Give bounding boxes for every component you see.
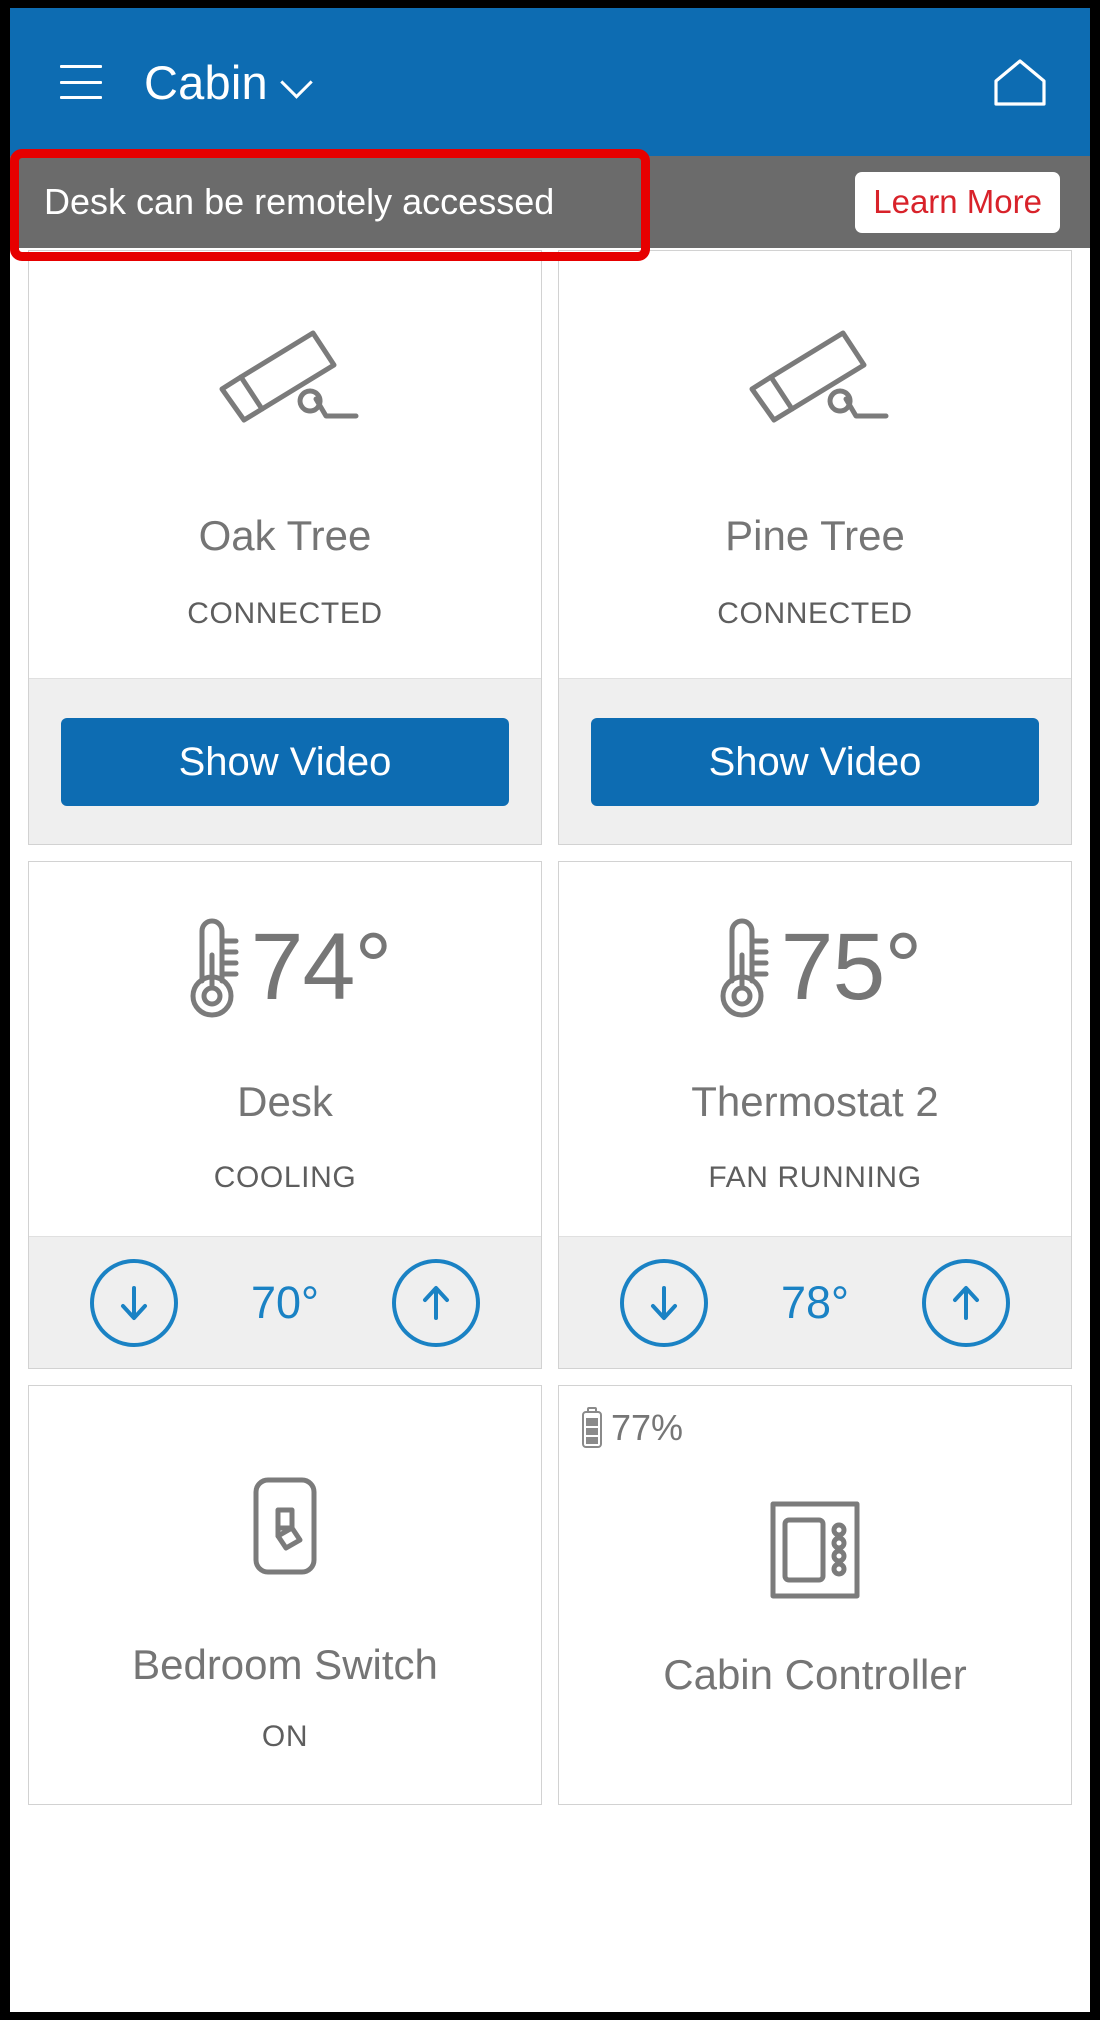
- device-card-grid: Oak Tree CONNECTED Show Video Pine Tree …: [10, 248, 1090, 1805]
- device-name: Oak Tree: [198, 511, 372, 559]
- device-status: COOLING: [213, 1161, 357, 1194]
- notification-banner: Desk can be remotely accessed Learn More: [10, 156, 1090, 248]
- cctv-camera-icon: [740, 319, 890, 429]
- current-temperature: 74°: [250, 913, 393, 1020]
- temperature-readout: 74°: [179, 915, 392, 1019]
- device-card-switch[interactable]: Bedroom Switch ON: [28, 1385, 542, 1805]
- device-card-camera[interactable]: Pine Tree CONNECTED Show Video: [558, 250, 1072, 845]
- show-video-label: Show Video: [708, 739, 922, 784]
- card-footer: 70°: [29, 1236, 541, 1368]
- card-footer: Show Video: [29, 678, 541, 844]
- card-body: 74° Desk COOLING: [29, 862, 541, 1236]
- page-title: Cabin: [144, 55, 268, 109]
- card-footer: Show Video: [559, 678, 1071, 844]
- temperature-readout: 75°: [709, 915, 922, 1019]
- arrow-up-circle-icon[interactable]: [922, 1258, 1011, 1347]
- location-selector[interactable]: Cabin: [144, 59, 312, 106]
- show-video-label: Show Video: [178, 739, 392, 784]
- battery-level: 77%: [611, 1407, 684, 1448]
- battery-icon: [581, 1406, 603, 1450]
- light-switch-icon: [248, 1474, 322, 1578]
- learn-more-button[interactable]: Learn More: [855, 171, 1060, 233]
- battery-indicator: 77%: [581, 1406, 683, 1450]
- device-status: CONNECTED: [717, 596, 913, 630]
- device-name: Cabin Controller: [663, 1651, 967, 1698]
- current-temperature: 75°: [780, 913, 923, 1020]
- card-body: Pine Tree CONNECTED: [559, 251, 1071, 678]
- device-name: Thermostat 2: [691, 1078, 939, 1125]
- device-card-thermostat[interactable]: 75° Thermostat 2 FAN RUNNING 78°: [558, 861, 1072, 1369]
- device-status: ON: [261, 1720, 309, 1753]
- arrow-down-circle-icon[interactable]: [619, 1258, 708, 1347]
- device-status: FAN RUNNING: [708, 1161, 922, 1194]
- device-card-thermostat[interactable]: 74° Desk COOLING 70°: [28, 861, 542, 1369]
- setpoint-temperature: 70°: [250, 1277, 320, 1328]
- chevron-down-icon: [282, 67, 312, 97]
- app-bar: Cabin: [10, 8, 1090, 156]
- arrow-up-circle-icon[interactable]: [392, 1258, 481, 1347]
- device-name: Bedroom Switch: [132, 1641, 438, 1688]
- arrow-down-circle-icon[interactable]: [89, 1258, 178, 1347]
- banner-message: Desk can be remotely accessed: [44, 181, 555, 222]
- setpoint-temperature: 78°: [780, 1277, 850, 1328]
- device-name: Pine Tree: [725, 511, 905, 559]
- learn-more-label: Learn More: [873, 182, 1042, 220]
- show-video-button[interactable]: Show Video: [591, 717, 1039, 806]
- thermometer-icon: [179, 915, 245, 1019]
- card-footer: 78°: [559, 1236, 1071, 1368]
- controller-panel-icon: [767, 1498, 863, 1602]
- hamburger-menu-icon[interactable]: [60, 65, 102, 99]
- card-body: Oak Tree CONNECTED: [29, 251, 541, 678]
- device-name: Desk: [237, 1078, 333, 1125]
- device-card-controller[interactable]: 77% Cabin Controller: [558, 1385, 1072, 1805]
- app-screen: Cabin Desk can be remotely accessed Lear…: [10, 8, 1090, 2012]
- cctv-camera-icon: [210, 319, 360, 429]
- device-card-camera[interactable]: Oak Tree CONNECTED Show Video: [28, 250, 542, 845]
- thermometer-icon: [709, 915, 775, 1019]
- show-video-button[interactable]: Show Video: [61, 717, 509, 806]
- card-body: 75° Thermostat 2 FAN RUNNING: [559, 862, 1071, 1236]
- device-status: CONNECTED: [187, 596, 383, 630]
- home-icon[interactable]: [992, 57, 1048, 107]
- card-body: Bedroom Switch ON: [29, 1386, 541, 1804]
